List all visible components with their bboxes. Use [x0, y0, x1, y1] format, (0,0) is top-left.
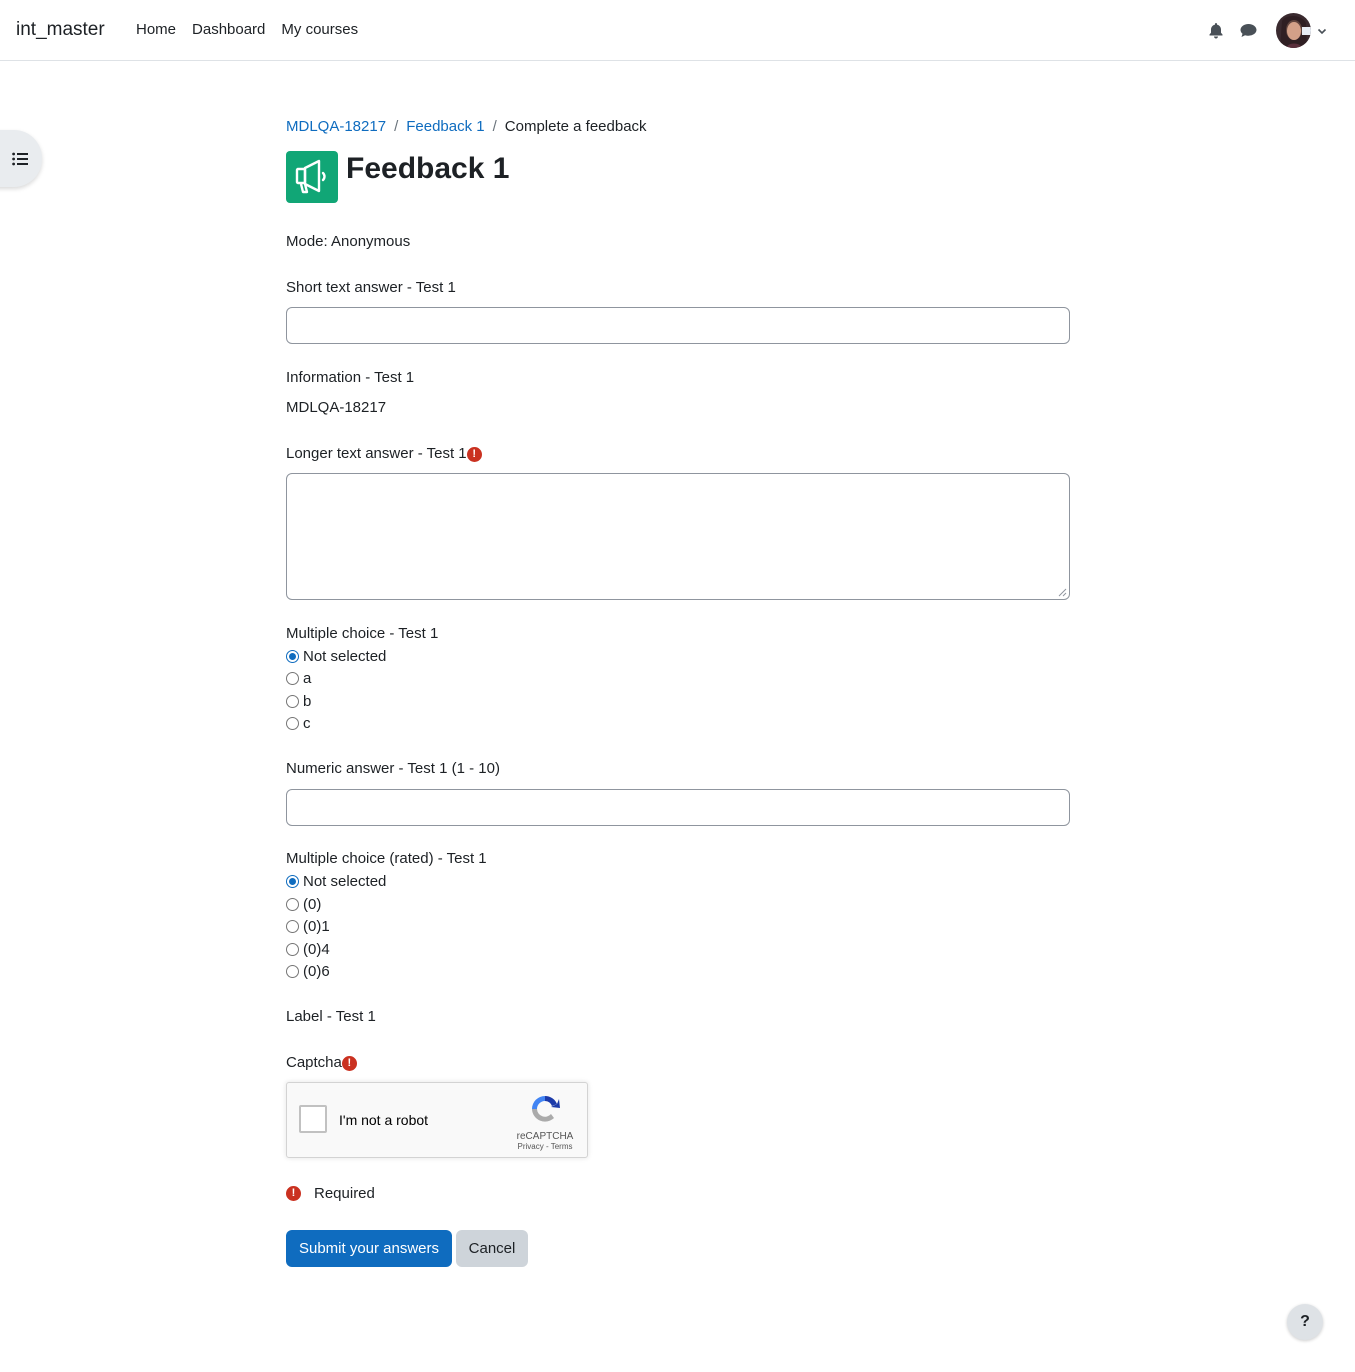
- required-icon: !: [286, 1186, 301, 1201]
- label-item: Label - Test 1: [286, 1008, 376, 1025]
- option-label: b: [303, 692, 312, 710]
- nav-my-courses[interactable]: My courses: [273, 21, 366, 38]
- required-text: Required: [314, 1185, 375, 1202]
- nav-dashboard[interactable]: Dashboard: [184, 21, 273, 38]
- breadcrumb-current: Complete a feedback: [504, 118, 647, 135]
- option-label: Not selected: [303, 872, 387, 890]
- option-label: (0)6: [303, 962, 330, 980]
- nav-home[interactable]: Home: [128, 21, 184, 38]
- radio-button[interactable]: [286, 964, 299, 978]
- option-label: (0): [303, 895, 322, 913]
- short-text-input[interactable]: [286, 307, 1070, 344]
- recaptcha-checkbox[interactable]: [299, 1105, 327, 1133]
- rated-option[interactable]: (0)6: [286, 961, 330, 981]
- site-brand[interactable]: int_master: [16, 19, 105, 41]
- option-label: (0)4: [303, 940, 330, 958]
- multichoice-label: Multiple choice - Test 1: [286, 625, 439, 642]
- radio-button[interactable]: [286, 671, 299, 685]
- breadcrumb-activity[interactable]: Feedback 1: [406, 118, 484, 135]
- multichoice-option[interactable]: Not selected: [286, 646, 386, 666]
- radio-button[interactable]: [286, 649, 299, 663]
- breadcrumb: MDLQA-18217 / Feedback 1 / Complete a fe…: [286, 118, 647, 135]
- option-label: c: [303, 714, 311, 732]
- radio-button[interactable]: [286, 694, 299, 708]
- information-value: MDLQA-18217: [286, 399, 387, 416]
- rated-option[interactable]: (0)1: [286, 916, 330, 936]
- radio-button[interactable]: [286, 897, 299, 911]
- chat-bubble-icon[interactable]: [1232, 14, 1264, 48]
- multichoice-option[interactable]: c: [286, 713, 311, 733]
- rated-option[interactable]: (0)4: [286, 939, 330, 959]
- recaptcha-widget: I'm not a robot reCAPTCHA Privacy - Term…: [286, 1082, 588, 1158]
- required-icon: !: [341, 1056, 357, 1071]
- required-legend: ! Required: [286, 1185, 375, 1202]
- option-label: Not selected: [303, 647, 387, 665]
- breadcrumb-separator: /: [492, 118, 497, 135]
- rated-option[interactable]: Not selected: [286, 871, 386, 891]
- rated-option[interactable]: (0): [286, 894, 321, 914]
- recaptcha-text: I'm not a robot: [339, 1112, 429, 1128]
- submit-answers-button[interactable]: Submit your answers: [286, 1230, 452, 1267]
- user-avatar[interactable]: [1276, 13, 1311, 48]
- recaptcha-icon: [532, 1096, 560, 1122]
- rated-multichoice-label: Multiple choice (rated) - Test 1: [286, 850, 487, 867]
- user-navigation: [1200, 13, 1327, 48]
- chevron-down-icon[interactable]: [1317, 26, 1327, 36]
- radio-button[interactable]: [286, 919, 299, 933]
- course-index-toggle[interactable]: [0, 130, 42, 187]
- information-label: Information - Test 1: [286, 369, 415, 386]
- longer-text-label: Longer text answer - Test 1!: [286, 445, 482, 462]
- captcha-label: Captcha!: [286, 1054, 357, 1071]
- radio-button[interactable]: [286, 942, 299, 956]
- recaptcha-brand: reCAPTCHA: [516, 1131, 574, 1142]
- recaptcha-privacy-terms[interactable]: Privacy - Terms: [515, 1142, 575, 1151]
- option-label: (0)1: [303, 917, 330, 935]
- option-label: a: [303, 669, 312, 687]
- megaphone-icon: [286, 151, 338, 203]
- longer-text-label-text: Longer text answer - Test 1: [286, 445, 467, 462]
- page-title: Feedback 1: [346, 152, 510, 185]
- cancel-button[interactable]: Cancel: [456, 1230, 528, 1267]
- short-text-label: Short text answer - Test 1: [286, 279, 456, 296]
- breadcrumb-course[interactable]: MDLQA-18217: [286, 118, 386, 135]
- bell-icon[interactable]: [1200, 14, 1232, 48]
- recaptcha-logo: reCAPTCHA Privacy - Terms: [515, 1093, 575, 1151]
- resize-handle-icon[interactable]: [1058, 588, 1067, 597]
- required-icon: !: [466, 447, 482, 462]
- numeric-label: Numeric answer - Test 1 (1 - 10): [286, 760, 500, 777]
- numeric-input[interactable]: [286, 789, 1070, 826]
- multichoice-option[interactable]: a: [286, 668, 311, 688]
- breadcrumb-separator: /: [394, 118, 399, 135]
- radio-button[interactable]: [286, 874, 299, 888]
- captcha-label-text: Captcha: [286, 1054, 342, 1071]
- help-button[interactable]: ?: [1287, 1304, 1323, 1340]
- feedback-mode: Mode: Anonymous: [286, 233, 411, 250]
- list-icon: [12, 152, 28, 165]
- top-navbar: int_master Home Dashboard My courses: [0, 0, 1355, 61]
- longer-text-textarea[interactable]: [286, 473, 1070, 600]
- multichoice-option[interactable]: b: [286, 691, 311, 711]
- primary-navigation: Home Dashboard My courses: [128, 21, 366, 38]
- radio-button[interactable]: [286, 716, 299, 730]
